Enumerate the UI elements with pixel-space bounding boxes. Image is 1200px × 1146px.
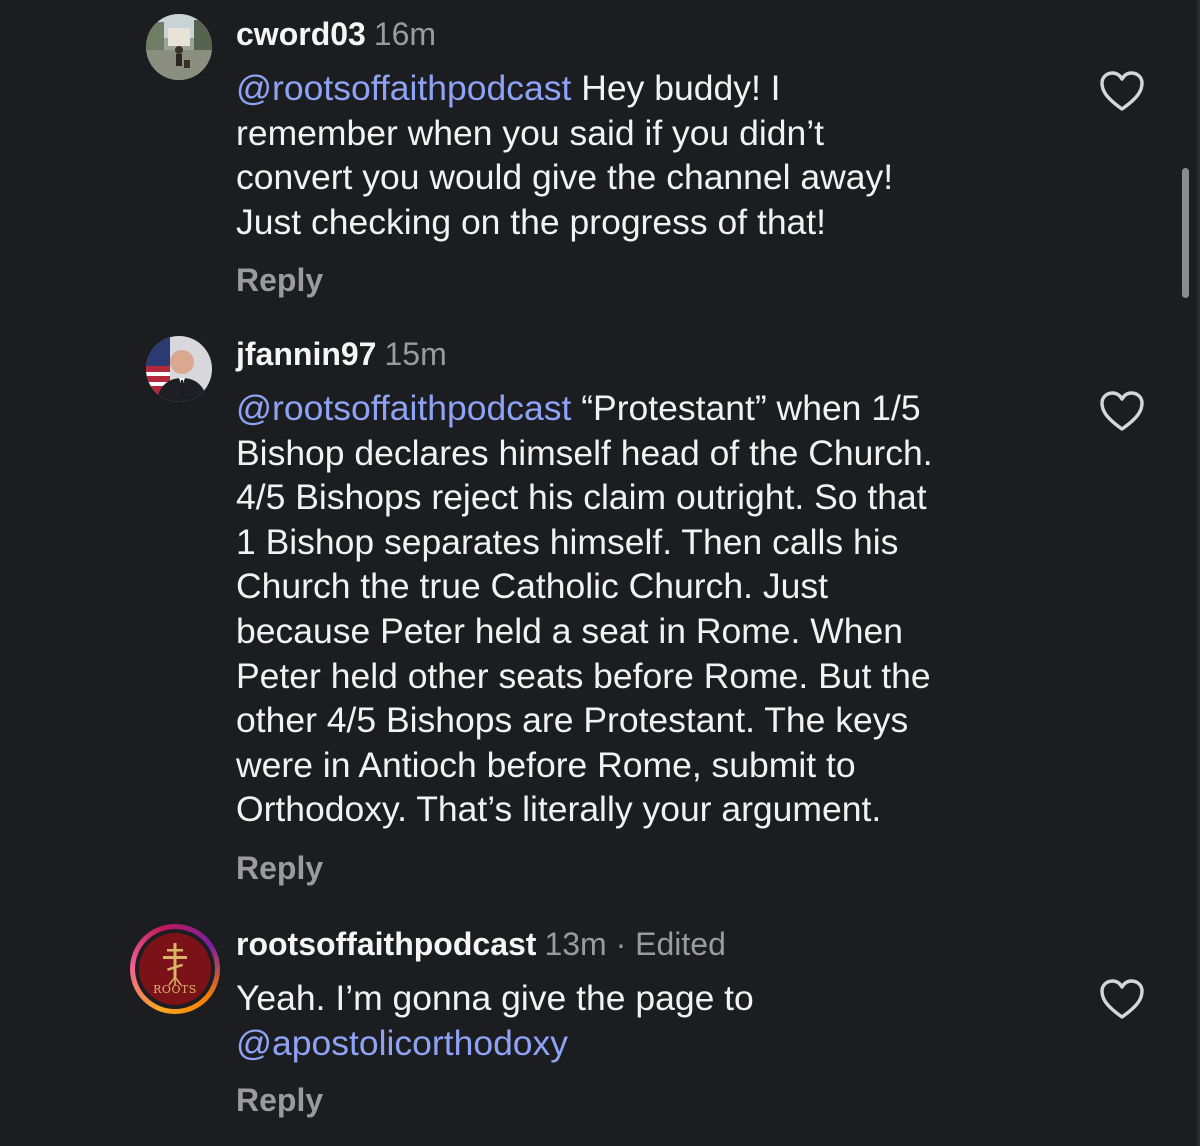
- heart-outline-icon[interactable]: [1099, 978, 1145, 1020]
- mention-link[interactable]: @rootsoffaithpodcast: [236, 388, 571, 428]
- comment-text: @rootsoffaithpodcast Hey buddy! I rememb…: [236, 68, 894, 242]
- avatar: ROOTS: [139, 933, 211, 1005]
- comment-text: @rootsoffaithpodcast “Protestant” when 1…: [236, 388, 933, 830]
- mention-link[interactable]: @apostolicorthodoxy: [236, 1023, 568, 1063]
- reply-button[interactable]: Reply: [236, 262, 323, 299]
- heart-outline-icon[interactable]: [1099, 70, 1145, 112]
- reply-button[interactable]: Reply: [236, 850, 323, 887]
- username[interactable]: cword03: [236, 16, 366, 52]
- timestamp: 13m · Edited: [544, 926, 726, 962]
- username[interactable]: jfannin97: [236, 336, 376, 372]
- comment-header: jfannin97 15m: [236, 336, 447, 372]
- mention-link[interactable]: @rootsoffaithpodcast: [236, 68, 571, 108]
- avatar-text: ROOTS: [153, 983, 197, 996]
- heart-outline-icon[interactable]: [1099, 390, 1145, 432]
- comment-text: Yeah. I’m gonna give the page to @aposto…: [236, 978, 754, 1063]
- avatar-story-ring[interactable]: ROOTS: [130, 924, 220, 1014]
- timestamp: 15m: [384, 336, 447, 372]
- scrollbar[interactable]: [1182, 168, 1189, 298]
- comment-header: cword03 16m: [236, 16, 436, 52]
- timestamp: 16m: [373, 16, 437, 52]
- username[interactable]: rootsoffaithpodcast: [236, 926, 536, 962]
- reply-button[interactable]: Reply: [236, 1082, 323, 1119]
- avatar[interactable]: [146, 14, 212, 80]
- comment-header: rootsoffaithpodcast 13m · Edited: [236, 926, 726, 962]
- avatar[interactable]: [146, 336, 212, 402]
